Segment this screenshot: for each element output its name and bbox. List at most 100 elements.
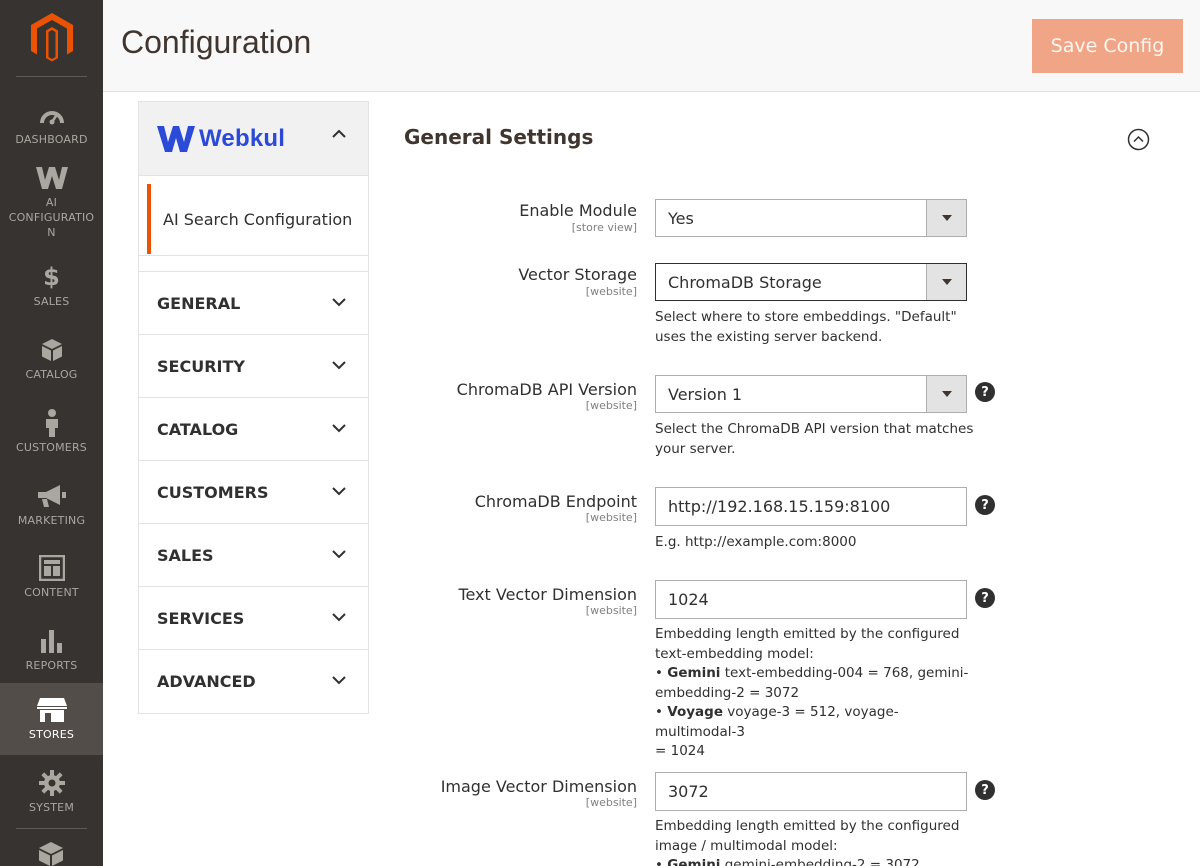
page-header: Configuration Save Config — [103, 0, 1200, 92]
webkul-name: Webkul — [199, 125, 286, 152]
megaphone-icon — [37, 483, 66, 509]
dollar-icon: $ — [43, 262, 60, 291]
note-line: image / multimodal model: — [655, 837, 838, 854]
config-nav: Webkul AI Search Configuration GENERAL S… — [138, 101, 369, 714]
magento-logo-icon[interactable] — [0, 0, 103, 76]
vector-storage-scope: [website] — [585, 285, 637, 298]
nav-section-services[interactable]: SERVICES — [139, 587, 368, 650]
nav-section-label: CATALOG — [157, 420, 239, 439]
image-dim-scope: [website] — [585, 796, 637, 809]
menu-label: AI CONFIGURATIO N — [8, 195, 95, 239]
note-line: • Voyage voyage-3 = 512, voyage-multimod… — [655, 704, 899, 740]
text-dim-note: Embedding length emitted by the configur… — [655, 625, 975, 762]
api-version-note: Select the ChromaDB API version that mat… — [655, 420, 975, 459]
image-dim-label: Image Vector Dimension — [440, 777, 637, 796]
endpoint-input[interactable] — [655, 487, 967, 526]
note-line: Select the ChromaDB API version that mat… — [655, 421, 974, 437]
webkul-tab-header[interactable]: Webkul — [139, 102, 368, 176]
nav-section-label: SECURITY — [157, 357, 245, 376]
image-dim-input[interactable] — [655, 772, 967, 811]
api-version-value: Version 1 — [668, 384, 743, 404]
text-dim-label: Text Vector Dimension — [458, 585, 637, 604]
help-icon[interactable]: ? — [975, 495, 995, 515]
menu-label: SYSTEM — [28, 800, 75, 814]
enable-module-label: Enable Module — [519, 201, 637, 220]
menu-label: CONTENT — [24, 585, 79, 599]
nav-section-sales[interactable]: SALES — [139, 524, 368, 587]
ai-search-configuration-label: AI Search Configuration — [163, 210, 353, 229]
content-icon — [38, 554, 65, 581]
collapse-circle-icon[interactable] — [1127, 128, 1150, 151]
menu-ai-configuration[interactable]: AI CONFIGURATIO N — [0, 161, 103, 243]
webkul-w-icon — [157, 126, 195, 152]
endpoint-scope: [website] — [585, 511, 637, 524]
ai-search-configuration-link[interactable]: AI Search Configuration — [139, 176, 368, 256]
menu-customers[interactable]: CUSTOMERS — [0, 396, 103, 468]
section-title[interactable]: General Settings — [404, 125, 593, 149]
nav-section-catalog[interactable]: CATALOG — [139, 398, 368, 461]
chevron-down-icon — [332, 676, 346, 685]
nav-section-security[interactable]: SECURITY — [139, 335, 368, 398]
text-dim-scope: [website] — [585, 604, 637, 617]
extensions-box-icon[interactable] — [37, 840, 65, 866]
help-icon[interactable]: ? — [975, 588, 995, 608]
note-line: uses the existing server backend. — [655, 328, 883, 345]
menu-system[interactable]: SYSTEM — [0, 756, 103, 828]
menu-reports[interactable]: REPORTS — [0, 614, 103, 686]
menu-label: REPORTS — [25, 658, 78, 672]
endpoint-label: ChromaDB Endpoint — [474, 492, 637, 511]
chevron-down-icon — [332, 424, 346, 433]
nav-section-customers[interactable]: CUSTOMERS — [139, 461, 368, 524]
help-icon[interactable]: ? — [975, 780, 995, 800]
nav-section-general[interactable]: GENERAL — [139, 272, 368, 335]
note-line: Embedding length emitted by the configur… — [655, 818, 960, 834]
logo-divider — [16, 76, 87, 77]
menu-stores[interactable]: STORES — [0, 683, 103, 755]
gear-icon — [38, 769, 65, 796]
box-icon — [40, 337, 64, 363]
menu-label: DASHBOARD — [15, 132, 88, 146]
menu-label: MARKETING — [17, 513, 86, 527]
menu-label: SALES — [33, 294, 70, 308]
menu-divider — [16, 828, 87, 829]
webkul-logo: Webkul — [157, 125, 285, 153]
menu-sales[interactable]: $ SALES — [0, 250, 103, 322]
note-line: your server. — [655, 440, 736, 457]
note-line: text-embedding model: — [655, 645, 814, 662]
admin-menu: DASHBOARD AI CONFIGURATIO N $ SALES CATA… — [0, 0, 103, 866]
note-line: Embedding length emitted by the configur… — [655, 626, 960, 642]
menu-content[interactable]: CONTENT — [0, 541, 103, 613]
menu-label: STORES — [28, 727, 75, 741]
enable-module-select[interactable]: Yes — [655, 199, 967, 237]
help-icon[interactable]: ? — [975, 382, 995, 402]
save-config-button[interactable]: Save Config — [1032, 19, 1183, 73]
chevron-down-icon — [332, 361, 346, 370]
dashboard-icon — [39, 102, 65, 128]
api-version-select[interactable]: Version 1 — [655, 375, 967, 413]
person-icon — [44, 408, 60, 437]
menu-catalog[interactable]: CATALOG — [0, 323, 103, 395]
note-line: embedding-2 = 3072 — [655, 684, 800, 701]
dropdown-arrow-icon — [926, 200, 966, 236]
chevron-up-icon — [332, 129, 346, 138]
menu-dashboard[interactable]: DASHBOARD — [0, 88, 103, 160]
bar-chart-icon — [40, 628, 64, 654]
store-icon — [36, 697, 67, 723]
vector-storage-label: Vector Storage — [518, 265, 637, 284]
dropdown-arrow-icon — [926, 264, 966, 300]
nav-section-advanced[interactable]: ADVANCED — [139, 650, 368, 713]
vector-storage-value: ChromaDB Storage — [668, 272, 822, 292]
menu-label: CATALOG — [25, 367, 78, 381]
dropdown-arrow-icon — [926, 376, 966, 412]
menu-marketing[interactable]: MARKETING — [0, 469, 103, 541]
text-dim-input[interactable] — [655, 580, 967, 619]
nav-section-label: CUSTOMERS — [157, 483, 269, 502]
page-title: Configuration — [121, 24, 312, 60]
note-text: text-embedding-004 = 768, gemini- — [720, 665, 969, 681]
vector-storage-select[interactable]: ChromaDB Storage — [655, 263, 967, 301]
nav-section-label: SERVICES — [157, 609, 245, 628]
vector-storage-note: Select where to store embeddings. "Defau… — [655, 308, 975, 347]
endpoint-note: E.g. http://example.com:8000 — [655, 534, 857, 550]
note-line: = 1024 — [655, 743, 705, 759]
chevron-down-icon — [332, 550, 346, 559]
